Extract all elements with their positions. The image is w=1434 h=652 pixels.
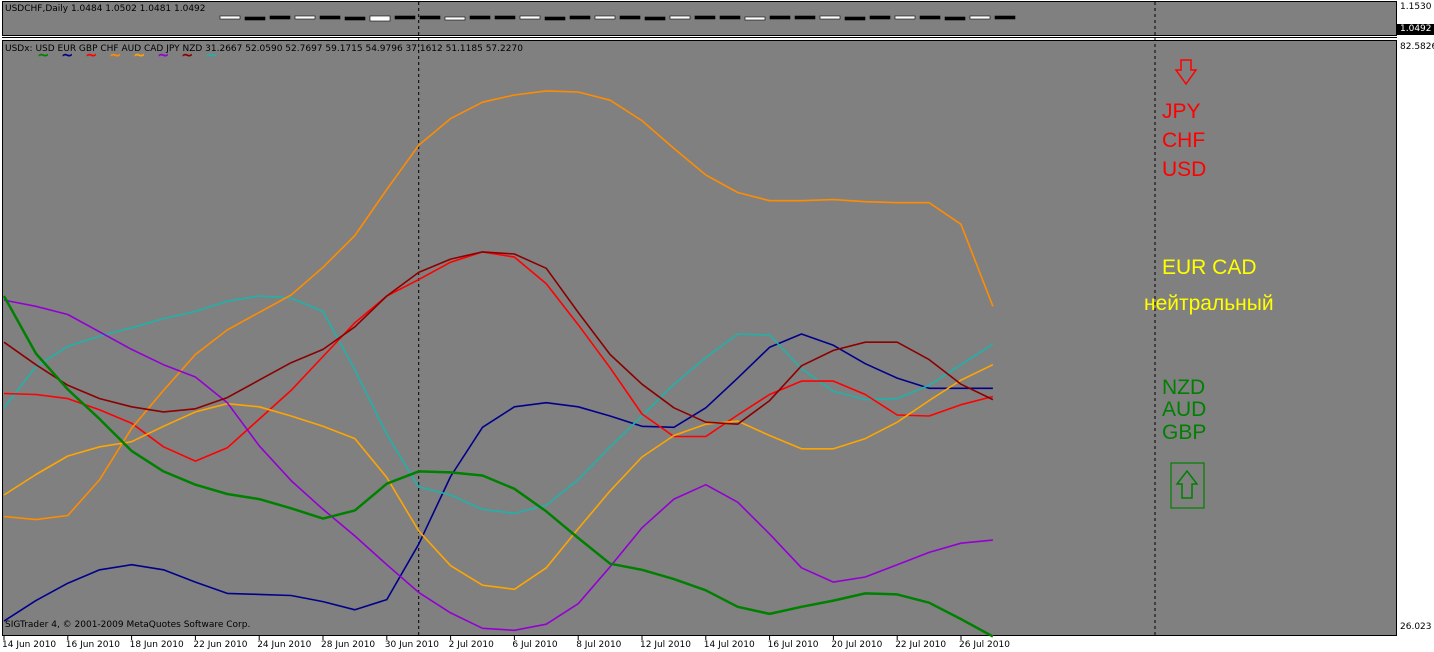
- price-candle: [794, 15, 816, 20]
- price-candle: [819, 15, 841, 20]
- price-candle: [344, 16, 366, 21]
- date-tick-label: 24 Jun 2010: [257, 640, 312, 650]
- date-tick-label: 22 Jul 2010: [895, 640, 947, 650]
- price-candle: [644, 16, 666, 21]
- date-tick-label: 28 Jun 2010: [321, 640, 376, 650]
- price-candle: [894, 15, 916, 20]
- chart-canvas: [2, 2, 1397, 640]
- date-tick-label: 6 Jul 2010: [512, 640, 558, 650]
- price-candle: [469, 15, 491, 20]
- price-candle: [594, 15, 616, 20]
- price-candle: [369, 15, 391, 22]
- date-tick-label: 22 Jun 2010: [193, 640, 248, 650]
- price-candle: [419, 15, 441, 20]
- price-candle: [219, 15, 241, 20]
- strong-currency-2: AUD: [1162, 398, 1207, 421]
- price-candle: [619, 15, 641, 20]
- series-line-usd: [3, 333, 993, 622]
- up-arrow-icon: [1175, 469, 1199, 499]
- series-line-jpy: [3, 251, 994, 426]
- price-candle: [919, 15, 941, 20]
- price-candle: [394, 15, 416, 20]
- price-candle: [869, 15, 891, 20]
- price-candle: [244, 16, 266, 21]
- date-tick-label: 8 Jul 2010: [576, 640, 622, 650]
- date-tick-label: 20 Jul 2010: [831, 640, 883, 650]
- date-tick-label: 30 Jun 2010: [384, 640, 439, 650]
- date-tick-label: 2 Jul 2010: [448, 640, 494, 650]
- price-candle: [569, 15, 591, 20]
- down-arrow-icon: [1174, 59, 1198, 86]
- series-line-gbp: [3, 251, 994, 462]
- neutral-currencies: EUR CAD: [1162, 256, 1257, 279]
- price-candle: [444, 16, 466, 21]
- date-tick-label: 14 Jul 2010: [703, 640, 755, 650]
- price-candle: [294, 15, 316, 20]
- price-candle: [969, 15, 991, 20]
- price-candle: [319, 15, 341, 20]
- date-tick-label: 26 Jul 2010: [959, 640, 1010, 650]
- price-candle: [494, 15, 516, 20]
- date-tick-label: 16 Jun 2010: [65, 640, 120, 650]
- price-candle: [994, 15, 1016, 20]
- weak-currency-2: CHF: [1162, 129, 1206, 152]
- neutral-label: нейтральный: [1144, 292, 1274, 315]
- strong-currency-3: GBP: [1162, 421, 1207, 444]
- price-candle: [269, 15, 291, 20]
- strong-currency-1: NZD: [1162, 376, 1206, 399]
- price-candle: [544, 16, 566, 21]
- date-tick-label: 12 Jul 2010: [640, 640, 691, 650]
- date-tick-label: 18 Jun 2010: [129, 640, 184, 650]
- price-candle: [944, 16, 966, 21]
- price-candle: [769, 15, 791, 20]
- weak-currency-3: USD: [1162, 158, 1207, 181]
- price-candle: [744, 16, 766, 21]
- date-tick-label: 14 Jun 2010: [2, 640, 57, 650]
- price-candle: [694, 15, 716, 20]
- date-tick-label: 16 Jul 2010: [767, 640, 819, 650]
- price-candle: [519, 15, 541, 20]
- series-line-chf: [3, 90, 994, 521]
- price-candle: [719, 15, 741, 20]
- up-arrow-box: [1170, 462, 1205, 509]
- weak-currency-1: JPY: [1162, 100, 1201, 123]
- price-candle: [844, 16, 866, 21]
- price-candle: [669, 15, 691, 20]
- series-line-aud: [3, 363, 994, 591]
